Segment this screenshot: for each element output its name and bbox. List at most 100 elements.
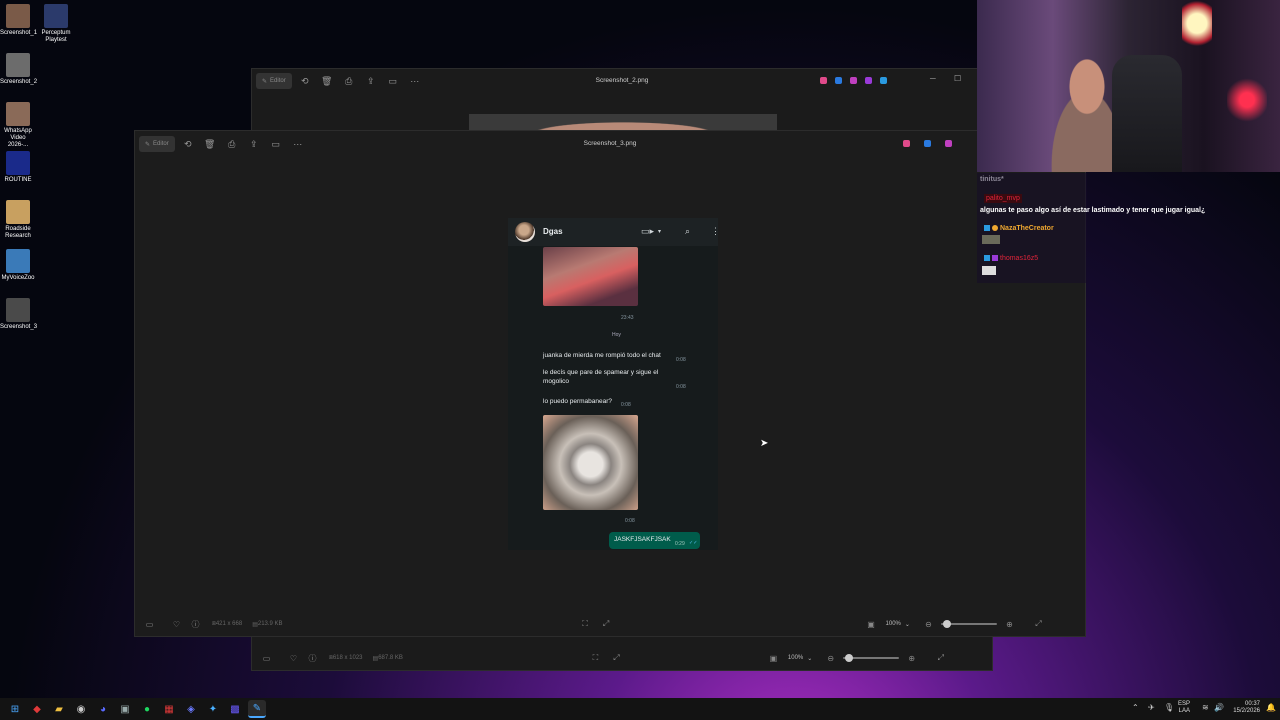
steam-icon[interactable]: ◉ [72,700,90,718]
message-time: 23:43 [621,315,634,321]
desktop-icon-whatsapp-video[interactable]: WhatsApp Video 2026-... [0,102,36,149]
chevron-down-icon: ⌄ [807,655,813,662]
zoom-select[interactable]: 100% ⌄ [788,655,812,662]
filmstrip-icon[interactable]: ▭ [145,620,154,629]
app-icon [6,151,30,175]
app-icon[interactable]: ◈ [182,700,200,718]
desktop-icon-label: Perceptum Playtest [41,30,71,43]
crop-icon[interactable]: ⛶ [581,619,590,629]
app-icon[interactable]: ▣ [116,700,134,718]
badge-icon [984,225,990,231]
maximize-icon[interactable]: ☐ [954,74,961,83]
onedrive-icon[interactable] [880,77,887,84]
zoom-slider-knob[interactable] [942,620,951,628]
zoom-out-icon[interactable]: ⊖ [826,654,835,663]
zoom-slider[interactable] [940,620,997,628]
desktop-icon-perceptum[interactable]: Perceptum Playtest [38,4,74,44]
expand-icon[interactable]: ⤢ [602,619,611,629]
notifications-icon[interactable]: 🔔 [1266,703,1276,712]
message-time: 0:08 [621,402,631,408]
zoom-out-icon[interactable]: ⊖ [924,620,933,629]
copilot-icon[interactable] [820,77,827,84]
video-call-icon: ▭▸ [641,226,655,236]
clipchamp-icon[interactable] [945,140,952,147]
photos-app-icon[interactable]: ✎ [248,700,266,718]
desktop-icon-roadside-research[interactable]: Roadside Research [0,200,36,240]
fit-icon[interactable]: ▣ [867,620,876,629]
brave-icon[interactable]: ◆ [28,700,46,718]
app-icon[interactable]: ✦ [204,700,222,718]
zoom-value: 100% [885,621,901,627]
windows-start-icon[interactable]: ⊞ [6,700,24,718]
spotify-icon[interactable]: ● [138,700,156,718]
chevron-down-icon: ▾ [658,229,662,235]
clock-date: 15/2/2026 [1233,708,1260,714]
keyboard-layout: LAA [1178,708,1191,714]
language-code: ESP [1178,701,1191,707]
double-check-icon: ✓✓ [689,540,698,546]
fullscreen-icon[interactable]: ⤢ [936,653,945,663]
favorite-icon[interactable]: ♡ [289,654,298,663]
discord-icon[interactable]: ◕ [94,700,112,718]
zoom-value: 100% [787,655,804,661]
paint-icon[interactable] [835,77,842,84]
zoom-in-icon[interactable]: ⊕ [907,654,916,663]
message-text: juanka de mierda me rompió todo el chat [543,352,661,359]
favorite-icon[interactable]: ♡ [172,620,181,629]
video-editor-icon[interactable]: ▦ [160,700,178,718]
desktop-icon-label: Roadside Research [5,226,31,239]
game-icon [6,200,30,224]
lamp [1182,0,1212,52]
file-explorer-icon[interactable]: ▰ [50,700,68,718]
desktop-icon-routine[interactable]: ROUTINE [0,151,36,184]
minimize-icon[interactable]: ─ [930,74,936,83]
fit-icon[interactable]: ▣ [769,654,778,663]
desktop-icon-label: Screenshot_2 [0,79,38,85]
info-icon[interactable]: ⓘ [191,620,200,629]
crop-icon[interactable]: ⛶ [591,653,600,663]
designer-icon[interactable] [865,77,872,84]
light [1227,70,1267,130]
image-icon [6,4,30,28]
app-icon[interactable]: ▩ [226,700,244,718]
info-icon[interactable]: ⓘ [308,654,317,663]
desktop-icon-label: ROUTINE [4,177,32,183]
taskbar: ⊞ ◆ ▰ ◉ ◕ ▣ ● ▦ ◈ ✦ ▩ ✎ ⌃ ✈ 🎙 ESP LAA ≋ … [0,698,1280,720]
network-icon[interactable]: ✈ [1148,703,1155,712]
wifi-icon[interactable]: ≋ [1202,703,1209,712]
microphone-icon[interactable]: 🎙 [1164,703,1174,712]
desktop-icon-label: Screenshot_1 [0,30,38,36]
zoom-slider-knob[interactable] [844,654,853,662]
zoom-in-icon[interactable]: ⊕ [1005,620,1014,629]
desktop-icon-screenshot-3[interactable]: Screenshot_3 [0,298,37,331]
fullscreen-icon[interactable]: ⤢ [1034,619,1043,629]
copilot-icon[interactable] [903,140,910,147]
expand-icon[interactable]: ⤢ [612,653,621,663]
language-indicator[interactable]: ESP LAA [1178,701,1190,715]
message-text: JASKFJSAKFJSAK [614,536,671,543]
volume-icon[interactable]: 🔊 [1214,703,1224,712]
chat-image-1 [543,247,638,306]
mouse-cursor-icon: ➤ [760,438,769,449]
paint-icon[interactable] [924,140,931,147]
image-dimensions: 421 x 668 [215,621,243,627]
message-time: 0:08 [676,384,686,390]
desktop-icon-label: MyVoiceZoo [1,275,35,281]
clock[interactable]: 00:37 15/2/2026 [1230,701,1260,715]
desktop-icon-myvoicezoo[interactable]: MyVoiceZoo [0,249,36,282]
sent-message-bubble: JASKFJSAKFJSAK 0:29 ✓✓ [609,532,700,549]
game-icon [6,249,30,273]
avatar [515,222,535,242]
desktop-icon-screenshot-2[interactable]: Screenshot_2 [0,53,38,86]
video-icon [6,102,30,126]
zoom-select[interactable]: 100% ⌄ [886,621,910,628]
desktop-icon-screenshot-1[interactable]: Screenshot_1 [0,4,38,37]
filmstrip-icon[interactable]: ▭ [262,654,271,663]
clipchamp-icon[interactable] [850,77,857,84]
emote [982,235,1000,244]
chevron-up-icon[interactable]: ⌃ [1132,703,1139,712]
chat-username-text: NazaTheCreator [1000,225,1054,232]
chat-username-text: thomas16z5 [1000,255,1039,262]
zoom-slider[interactable] [843,654,900,662]
chat-image-cat [543,415,638,510]
